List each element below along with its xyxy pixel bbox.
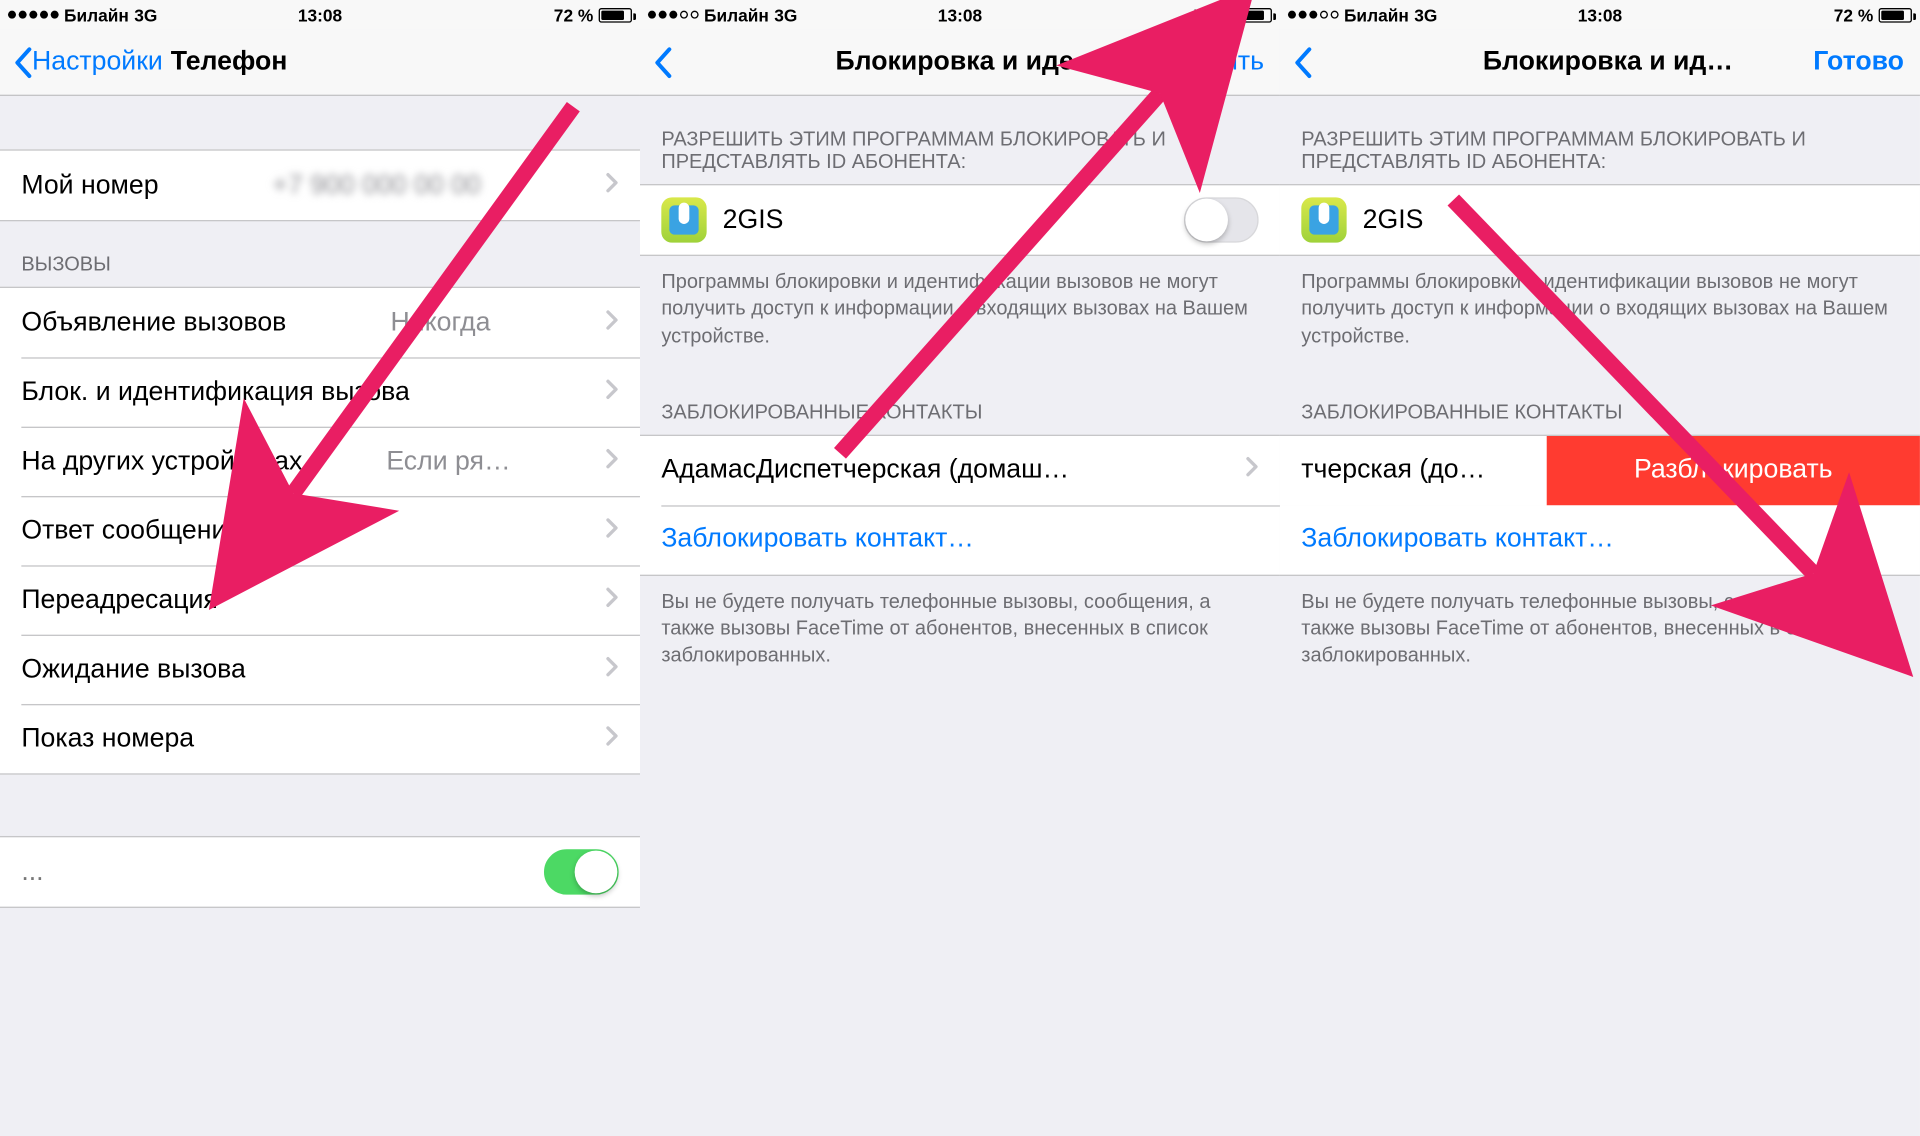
phone-blocking-edit: Билайн 3G 13:08 72 % Блокировка и ид… Го…	[1280, 0, 1920, 1136]
section-header-allow-apps: РАЗРЕШИТЬ ЭТИМ ПРОГРАММАМ БЛОКИРОВАТЬ И …	[640, 96, 1280, 184]
section-header-allow-apps: РАЗРЕШИТЬ ЭТИМ ПРОГРАММАМ БЛОКИРОВАТЬ И …	[1280, 96, 1920, 184]
row-value: Если ря…	[386, 446, 521, 477]
nav-title: Телефон	[171, 47, 288, 78]
nav-title: Блокировка и иде…	[835, 47, 1100, 78]
row-value-blurred: +7 900 000 00 00	[272, 170, 491, 201]
section-footer-allow-apps: Программы блокировки и идентификации выз…	[1280, 256, 1920, 369]
chevron-right-icon	[605, 377, 618, 408]
unblock-button[interactable]: Разблокировать	[1547, 436, 1920, 505]
chevron-left-icon	[653, 46, 672, 78]
chevron-right-icon	[605, 307, 618, 338]
row-label: 2GIS	[1363, 205, 1424, 236]
row-label: Заблокировать контакт…	[661, 524, 974, 555]
row-label: тчерская (до…	[1280, 436, 1547, 505]
battery-icon	[599, 7, 632, 22]
status-bar: Билайн 3G 13:08 72 %	[1280, 0, 1920, 29]
row-label: Переадресация	[21, 585, 217, 616]
phone-blocking: Билайн 3G 13:08 72 % Блокировка и иде… И…	[640, 0, 1280, 1136]
row-label: Ответ сообщением	[21, 515, 259, 546]
chevron-right-icon	[605, 170, 618, 201]
carrier-label: Билайн	[704, 5, 769, 25]
row-label: Заблокировать контакт…	[1301, 524, 1614, 555]
row-label: ...	[21, 857, 43, 888]
row-call-waiting[interactable]: Ожидание вызова	[0, 635, 640, 704]
phone-settings: Билайн 3G 13:08 72 % Настройки Телефон М…	[0, 0, 640, 1136]
row-label: Объявление вызовов	[21, 307, 286, 338]
chevron-right-icon	[605, 585, 618, 616]
row-add-block[interactable]: Заблокировать контакт…	[1280, 505, 1920, 574]
row-app-2gis[interactable]: 2GIS	[1280, 185, 1920, 254]
chevron-right-icon	[605, 446, 618, 477]
section-footer-blocked: Вы не будете получать телефонные вызовы,…	[1280, 576, 1920, 689]
signal-dots-icon	[648, 11, 699, 19]
status-bar: Билайн 3G 13:08 72 %	[640, 0, 1280, 29]
toggle-switch[interactable]	[544, 849, 619, 894]
nav-bar: Блокировка и ид… Готово	[1280, 29, 1920, 96]
chevron-right-icon	[605, 723, 618, 754]
back-button[interactable]: Настройки	[13, 46, 162, 78]
edit-button[interactable]: Изменить	[1144, 47, 1264, 78]
section-header-blocked: ЗАБЛОКИРОВАННЫЕ КОНТАКТЫ	[640, 369, 1280, 434]
back-button[interactable]	[653, 46, 672, 78]
network-label: 3G	[774, 5, 797, 25]
row-label: Мой номер	[21, 170, 158, 201]
row-block-identify[interactable]: Блок. и идентификация вызова	[0, 357, 640, 426]
signal-dots-icon	[1288, 11, 1339, 19]
row-caller-id[interactable]: Показ номера	[0, 704, 640, 773]
chevron-right-icon	[605, 515, 618, 546]
row-forwarding[interactable]: Переадресация	[0, 565, 640, 634]
nav-bar: Настройки Телефон	[0, 29, 640, 96]
carrier-label: Билайн	[64, 5, 129, 25]
section-header-calls: ВЫЗОВЫ	[0, 221, 640, 286]
battery-percent: 72 %	[554, 5, 594, 25]
chevron-left-icon	[1293, 46, 1312, 78]
app-icon-2gis	[661, 197, 706, 242]
chevron-right-icon	[1245, 455, 1258, 486]
toggle-switch[interactable]	[1184, 197, 1259, 242]
row-label: Ожидание вызова	[21, 654, 246, 685]
clock-label: 13:08	[938, 5, 982, 25]
row-label: Показ номера	[21, 723, 194, 754]
network-label: 3G	[134, 5, 157, 25]
section-header-blocked: ЗАБЛОКИРОВАННЫЕ КОНТАКТЫ	[1280, 369, 1920, 434]
row-my-number[interactable]: Мой номер +7 900 000 00 00	[0, 151, 640, 220]
battery-icon	[1879, 7, 1912, 22]
row-toggle-unknown[interactable]: ...	[0, 837, 640, 906]
row-respond-message[interactable]: Ответ сообщением	[0, 496, 640, 565]
battery-percent: 72 %	[1834, 5, 1874, 25]
back-label: Настройки	[32, 47, 163, 78]
battery-percent: 72 %	[1194, 5, 1234, 25]
battery-icon	[1239, 7, 1272, 22]
nav-bar: Блокировка и иде… Изменить	[640, 29, 1280, 96]
network-label: 3G	[1414, 5, 1437, 25]
row-announce-calls[interactable]: Объявление вызовов Никогда	[0, 288, 640, 357]
row-label: Блок. и идентификация вызова	[21, 377, 410, 408]
clock-label: 13:08	[298, 5, 342, 25]
row-value: Никогда	[391, 307, 502, 338]
row-blocked-contact-swiped[interactable]: Разблокировать тчерская (до…	[1280, 436, 1920, 505]
carrier-label: Билайн	[1344, 5, 1409, 25]
row-add-block[interactable]: Заблокировать контакт…	[640, 505, 1280, 574]
done-button[interactable]: Готово	[1813, 47, 1904, 78]
chevron-left-icon	[13, 46, 32, 78]
row-label: АдамасДиспетчерская (домаш…	[661, 455, 1069, 486]
row-label: 2GIS	[723, 205, 784, 236]
row-blocked-contact[interactable]: АдамасДиспетчерская (домаш…	[640, 436, 1280, 505]
signal-dots-icon	[8, 11, 59, 19]
clock-label: 13:08	[1578, 5, 1622, 25]
section-footer-blocked: Вы не будете получать телефонные вызовы,…	[640, 576, 1280, 689]
row-label: На других устройствах	[21, 446, 302, 477]
row-app-2gis[interactable]: 2GIS	[640, 185, 1280, 254]
back-button[interactable]	[1293, 46, 1312, 78]
nav-title: Блокировка и ид…	[1483, 47, 1733, 78]
row-other-devices[interactable]: На других устройствах Если ря…	[0, 427, 640, 496]
section-footer-allow-apps: Программы блокировки и идентификации выз…	[640, 256, 1280, 369]
chevron-right-icon	[605, 654, 618, 685]
status-bar: Билайн 3G 13:08 72 %	[0, 0, 640, 29]
app-icon-2gis	[1301, 197, 1346, 242]
